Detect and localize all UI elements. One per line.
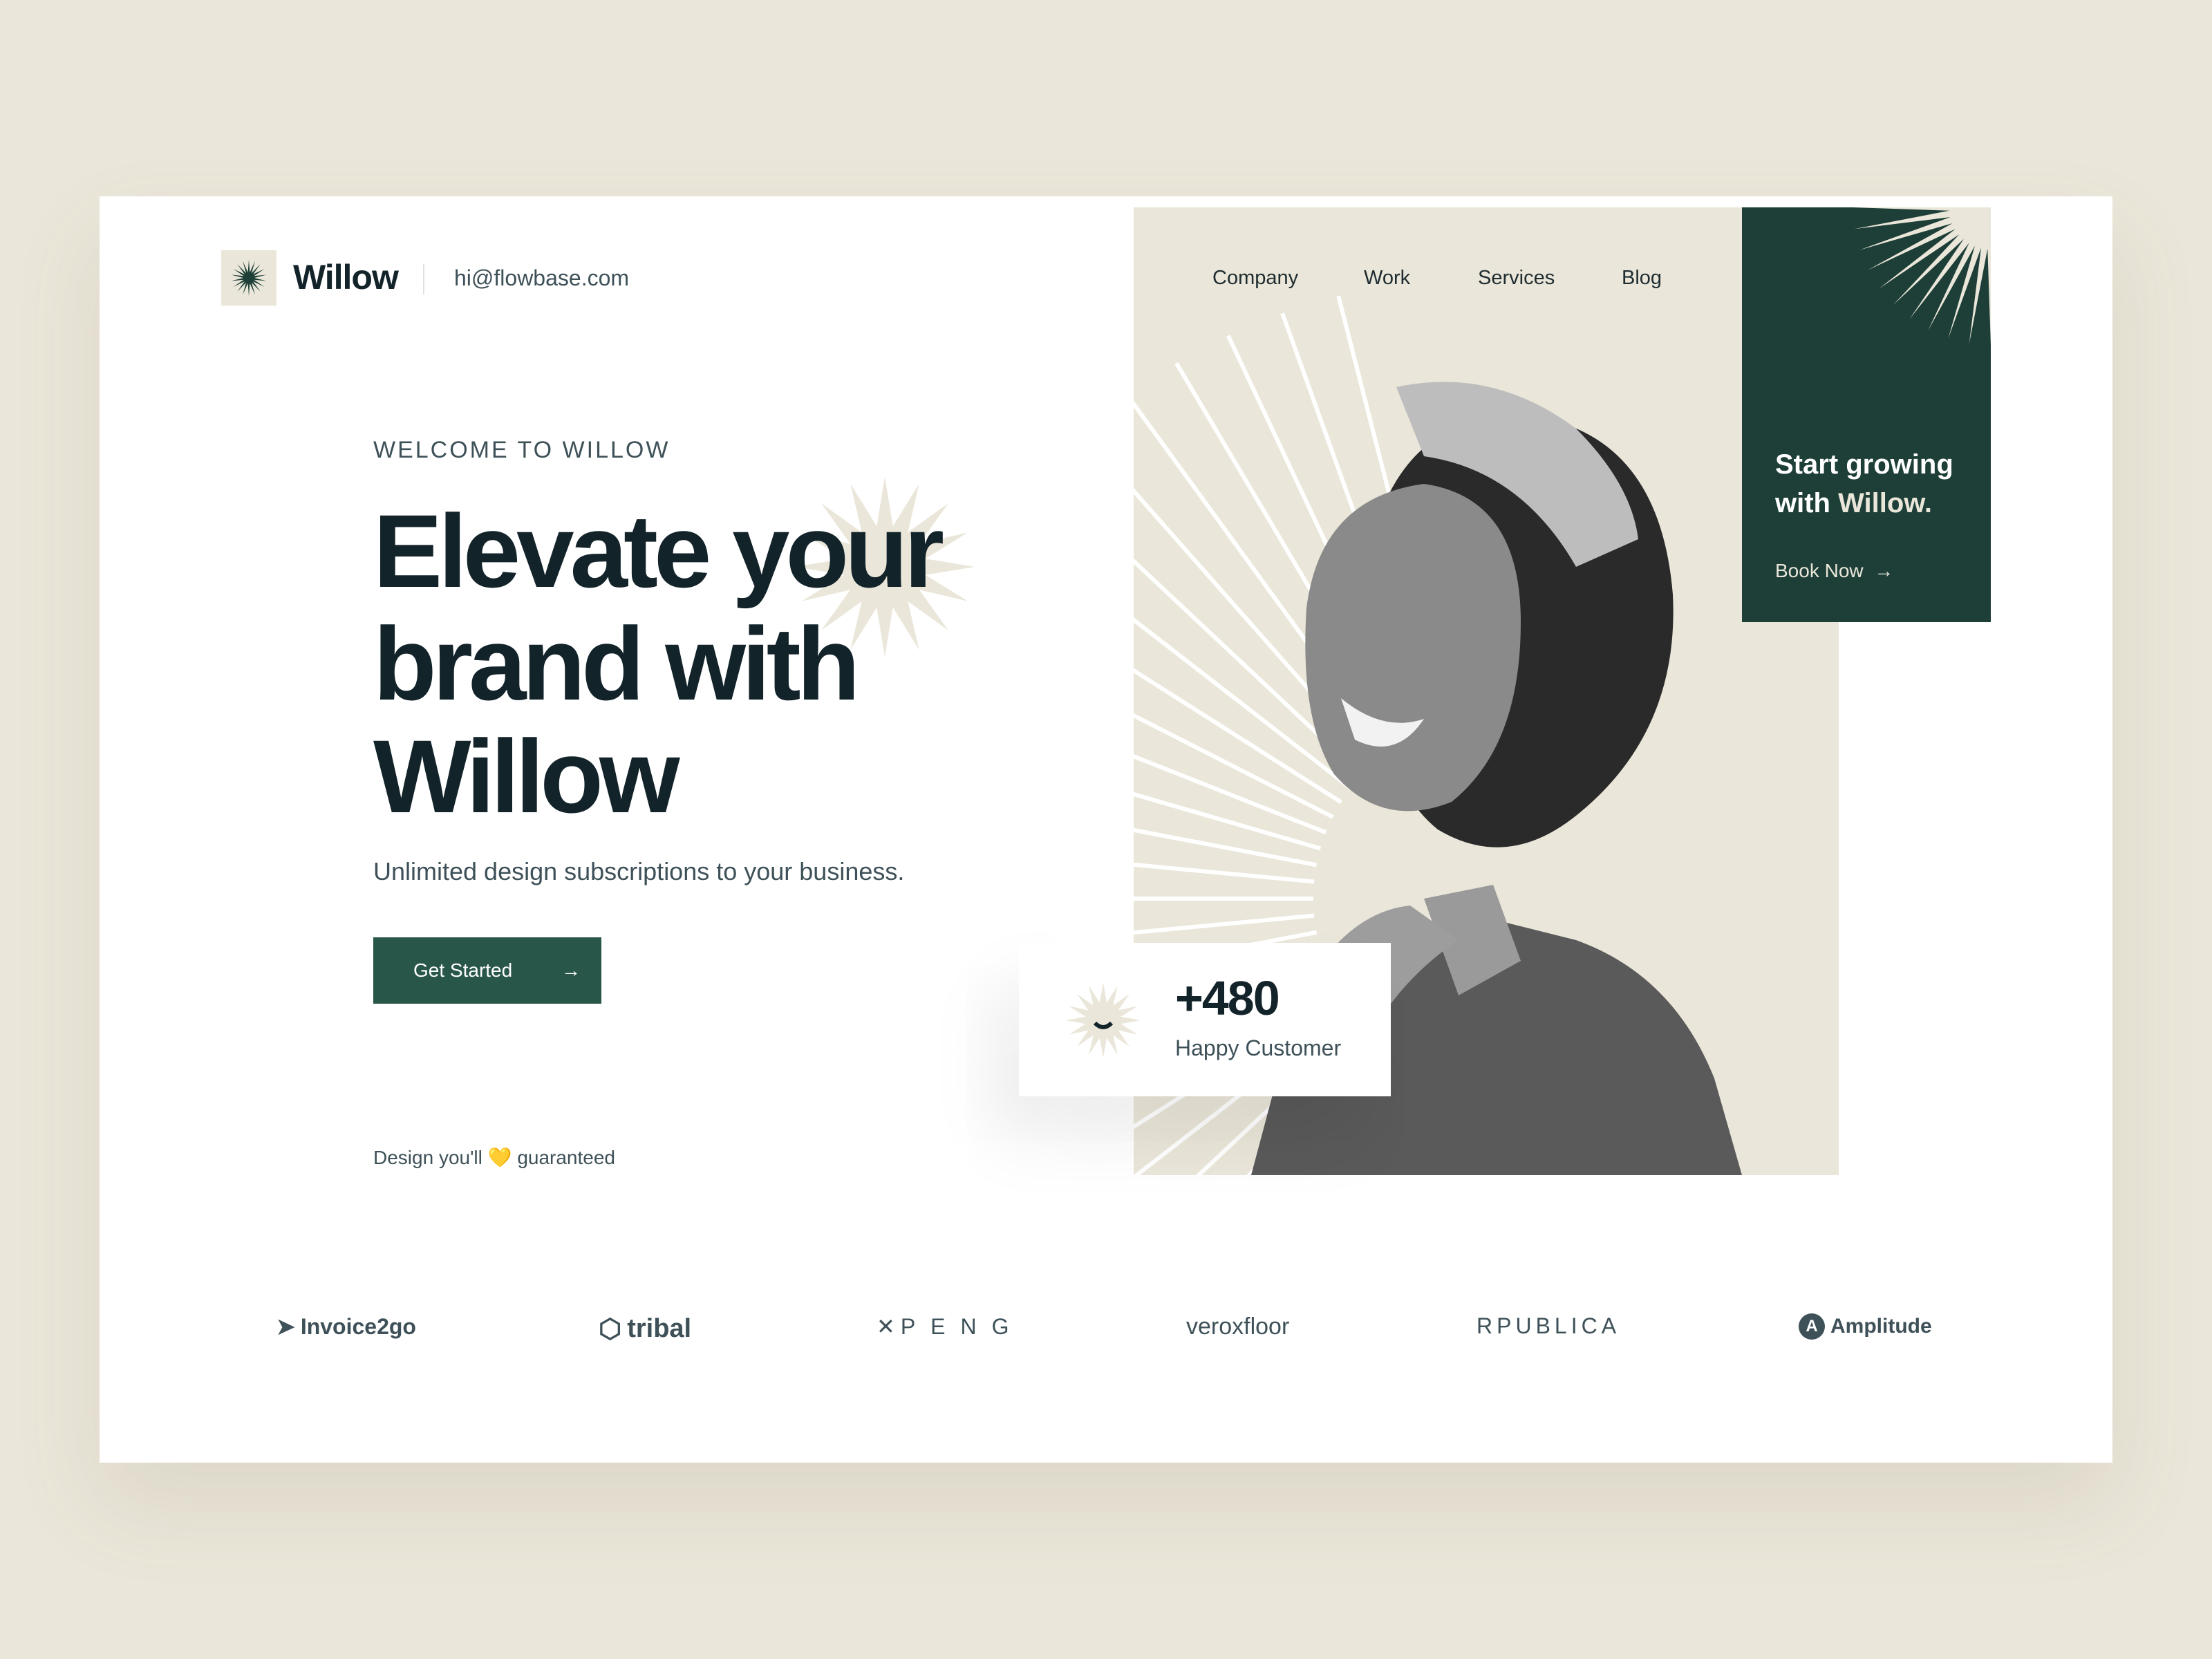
headline-line: brand with (373, 606, 860, 722)
smiling-sun-icon (1066, 983, 1141, 1058)
eyebrow-text: WELCOME TO WILLOW (373, 437, 671, 463)
promo-title-line2: with (1775, 488, 1830, 518)
starburst-icon (231, 260, 267, 296)
brand-name[interactable]: Willow (293, 257, 399, 297)
logo-peng: ✕ PENG (877, 1313, 1024, 1340)
logo-tribal: ⬡ tribal (599, 1313, 691, 1344)
logo-text: Amplitude (1830, 1315, 1932, 1338)
logo-text: RPUBLICA (1477, 1313, 1621, 1338)
headline-line: Elevate your (373, 493, 944, 609)
amplitude-icon: A (1799, 1313, 1825, 1340)
logo-invoice2go: ➤ Invoice2go (276, 1313, 416, 1340)
logo-rpublica: RPUBLICA (1477, 1313, 1620, 1339)
book-now-link[interactable]: Book Now → (1775, 560, 1893, 582)
stat-label: Happy Customer (1175, 1035, 1342, 1060)
arrow-right-icon: → (1874, 560, 1894, 581)
promo-title-line1: Start growing (1775, 449, 1953, 480)
arrow-right-icon: → (561, 959, 581, 981)
heart-icon: 💛 (487, 1147, 512, 1168)
nav-work[interactable]: Work (1364, 267, 1410, 290)
logo-mark[interactable] (221, 250, 276, 306)
x-icon: ✕ (877, 1314, 895, 1339)
email-link[interactable]: hi@flowbase.com (454, 265, 629, 291)
tribal-icon: ⬡ (599, 1315, 622, 1344)
nav-blog[interactable]: Blog (1622, 267, 1662, 290)
headline-line: Willow (373, 718, 680, 834)
promo-card: Start growing with Willow. Book Now → (1742, 207, 1991, 622)
hero-headline: Elevate your brand with Willow (373, 495, 995, 833)
promo-title-accent: Willow. (1838, 488, 1933, 518)
paper-plane-icon: ➤ (276, 1314, 295, 1339)
guarantee-text: Design you'll 💛 guaranteed (373, 1146, 615, 1169)
logo-amplitude: A Amplitude (1799, 1313, 1932, 1340)
stat-value: +480 (1175, 971, 1280, 1025)
nav-company[interactable]: Company (1212, 267, 1298, 290)
book-now-label: Book Now (1775, 560, 1864, 581)
logo-text: Invoice2go (300, 1313, 416, 1339)
promo-title: Start growing with Willow. (1775, 445, 1953, 523)
logo-text: tribal (627, 1314, 692, 1343)
divider (423, 264, 424, 294)
nav-services[interactable]: Services (1478, 267, 1555, 290)
guarantee-post: guaranteed (517, 1147, 615, 1168)
get-started-label: Get Started (413, 959, 513, 981)
logo-veroxfloor: veroxfloor (1186, 1313, 1289, 1340)
get-started-button[interactable]: Get Started → (373, 937, 601, 1004)
guarantee-pre: Design you'll (373, 1147, 482, 1168)
logo-text: PENG (900, 1313, 1024, 1339)
stat-card: +480 Happy Customer (1019, 943, 1391, 1096)
hero-subtitle: Unlimited design subscriptions to your b… (373, 857, 905, 885)
logo-text: veroxfloor (1186, 1313, 1290, 1340)
